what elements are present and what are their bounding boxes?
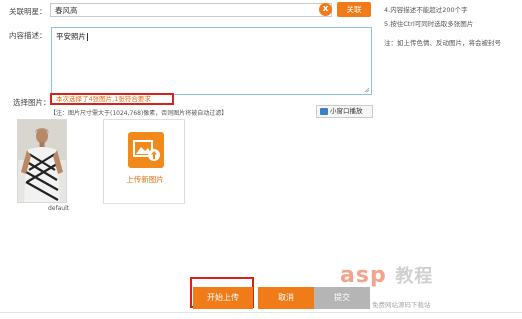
text-caret [87, 33, 88, 41]
size-requirement-note: 【注：图片尺寸需大于(1024,768)像素，否则图片将被自动过滤】 [50, 110, 228, 117]
cancel-button[interactable]: 取消 [258, 287, 314, 309]
watermark-logo: asp 教程 [340, 263, 434, 288]
start-upload-button[interactable]: 开始上传 [193, 287, 253, 309]
person-photo-image [18, 120, 66, 202]
upload-new-image-button[interactable]: 上传新图片 [103, 119, 185, 204]
bottom-divider [0, 312, 522, 313]
link-star-button[interactable]: 关联 [337, 2, 371, 17]
submit-button[interactable]: 提交 [314, 287, 370, 309]
desc-label: 内容描述： [9, 31, 47, 40]
tip-warning: 注：如上传色情、反动图片，将会被封号 [384, 39, 501, 47]
window-icon [320, 108, 328, 115]
mini-window-label: 小窗口播放 [330, 107, 363, 115]
upload-image-icon [128, 132, 164, 168]
photo-thumbnail[interactable] [17, 119, 67, 203]
selection-status: 本次选择了4张图片,1张符合要求 [50, 93, 174, 105]
watermark-subtitle: 免费网站源码下载站 [372, 301, 431, 309]
star-label: 关联明星： [9, 7, 47, 16]
photo-caption: default [48, 205, 70, 212]
star-input[interactable]: 春风高 [50, 3, 332, 17]
select-label: 选择图片： [13, 98, 51, 107]
upload-label: 上传新图片 [126, 175, 164, 184]
tip-desc-limit: 4.内容描述不能超过200个字 [384, 6, 468, 14]
clear-star-button[interactable]: x [319, 3, 332, 16]
desc-text: 平安照片 [56, 32, 86, 41]
mini-window-play-button[interactable]: 小窗口播放 [316, 105, 373, 118]
desc-textarea[interactable]: 平安照片 [51, 27, 372, 95]
resize-handle-icon[interactable] [364, 87, 370, 93]
tip-ctrl-select: 5.按住Ctrl可同时选取多张图片 [384, 20, 474, 28]
